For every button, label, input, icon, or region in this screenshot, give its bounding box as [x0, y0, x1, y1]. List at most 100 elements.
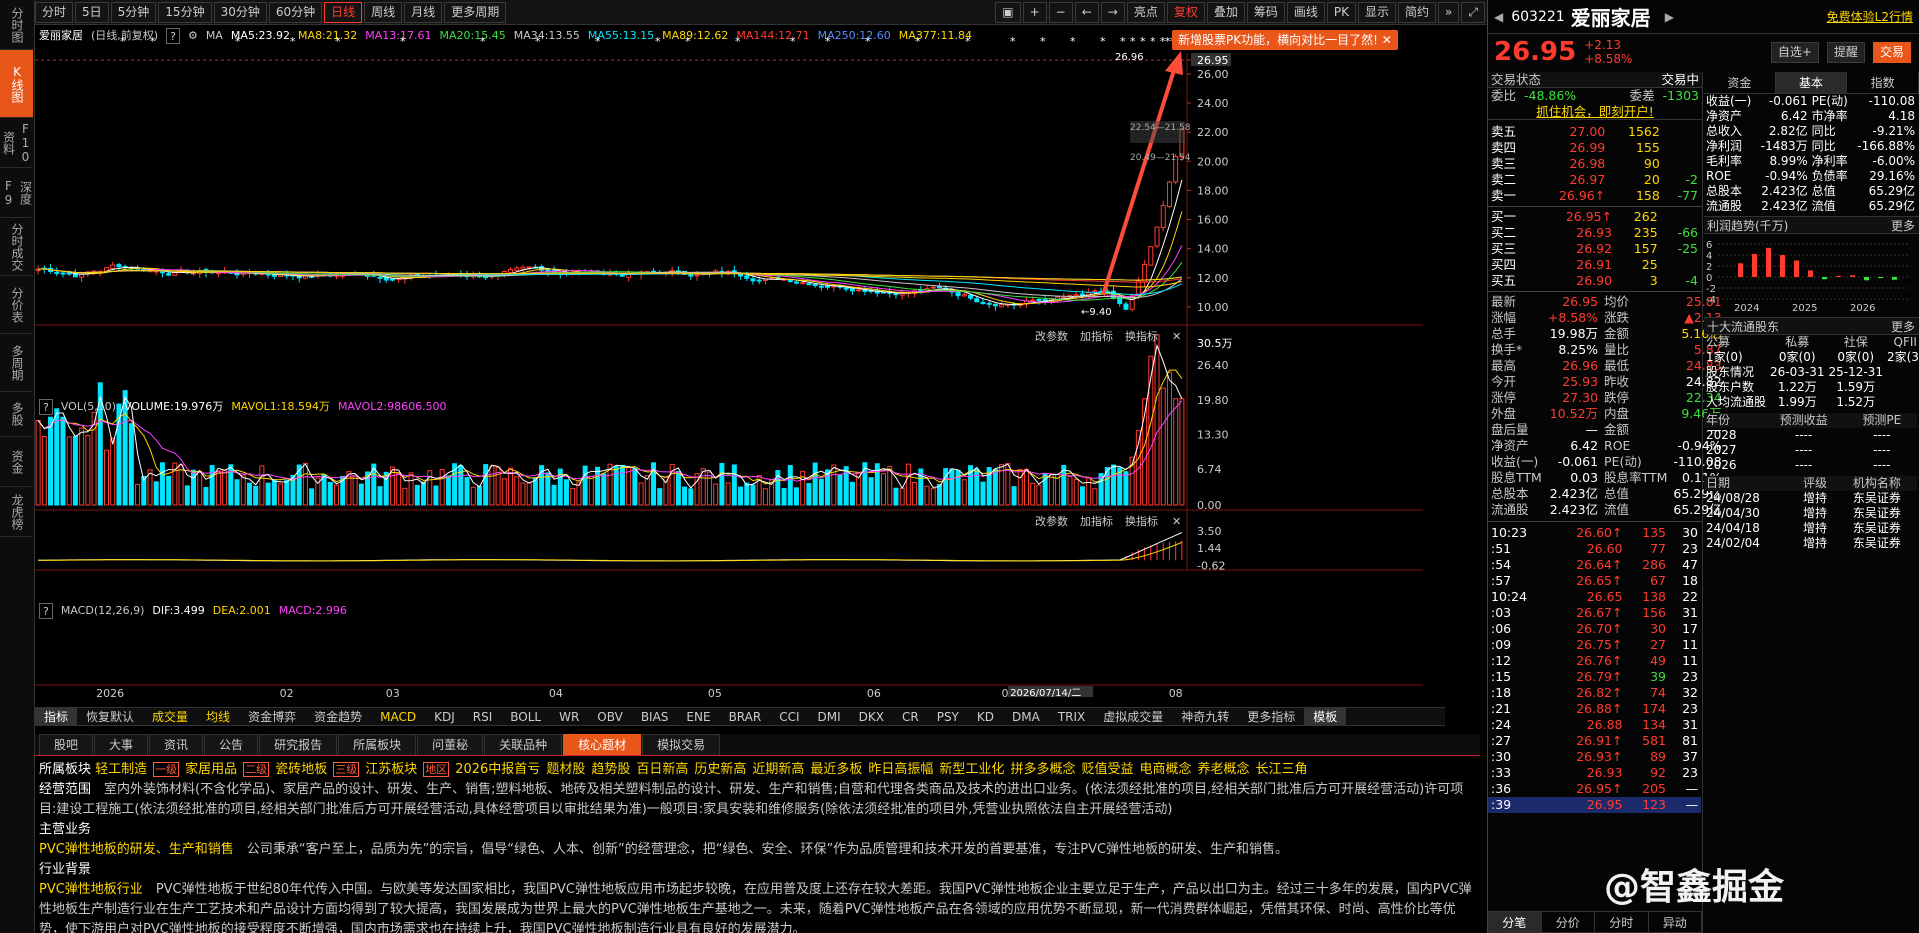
sidebar-item-0[interactable]: 分时图 [0, 0, 33, 50]
tick-tab-1[interactable]: 分价 [1542, 912, 1595, 932]
tick-row[interactable]: :39 26.95 123 — [1488, 797, 1701, 813]
tool-button-0[interactable]: 亮点 [1126, 1, 1165, 23]
prev-stock-icon[interactable]: ◀ [1494, 10, 1503, 24]
tool-button-3[interactable]: 筹码 [1246, 1, 1285, 23]
period-tab-7[interactable]: 周线 [364, 1, 403, 23]
tool-button-2[interactable]: 叠加 [1206, 1, 1245, 23]
buys-row[interactable]: 买二 26.93 235 -66 [1488, 225, 1701, 241]
zoom-in-icon[interactable]: + [1022, 1, 1047, 23]
profit-more-link[interactable]: 更多 [1891, 217, 1915, 233]
info-tab-4[interactable]: 研究报告 [259, 734, 338, 755]
indicator-tab-22[interactable]: TRIX [1049, 710, 1094, 724]
zoom-out-icon[interactable]: − [1048, 1, 1073, 23]
indicator-tab-0[interactable]: 指标 [35, 708, 78, 725]
fund-tab-1[interactable]: 基本 [1775, 72, 1848, 93]
info-tab-9[interactable]: 模拟交易 [642, 734, 721, 755]
sells-row[interactable]: 卖五 27.00 1562 [1488, 124, 1701, 140]
tool-button-4[interactable]: 画线 [1286, 1, 1325, 23]
period-tab-3[interactable]: 15分钟 [158, 1, 212, 23]
sector-tag-11[interactable]: 百日新高 [636, 762, 688, 777]
tick-row[interactable]: 10:24 26.65 138 22 [1488, 589, 1701, 605]
indicator-tab-24[interactable]: 神奇九转 [1172, 708, 1238, 725]
open-account-link[interactable]: 抓住机会，即刻开户! [1488, 104, 1702, 120]
sector-tag-10[interactable]: 趋势股 [591, 762, 630, 777]
tick-row[interactable]: :06 26.70↑ 30 17 [1488, 621, 1701, 637]
alert-button[interactable]: 提醒 [1826, 41, 1865, 63]
indicator-tab-9[interactable]: BOLL [501, 710, 550, 724]
indicator-tab-8[interactable]: RSI [464, 710, 502, 724]
period-tab-4[interactable]: 30分钟 [213, 1, 267, 23]
sells-row[interactable]: 卖三 26.98 90 [1488, 156, 1701, 172]
indicator-tab-21[interactable]: DMA [1003, 710, 1049, 724]
tick-row[interactable]: :03 26.67↑ 156 31 [1488, 605, 1701, 621]
sidebar-item-4[interactable]: 分时成交 [0, 218, 33, 276]
indicator-tab-16[interactable]: DMI [809, 710, 850, 724]
indicator-tab-4[interactable]: 资金博弈 [239, 708, 305, 725]
more-tools-icon[interactable]: » [1438, 1, 1460, 23]
help-icon[interactable]: ? [39, 603, 53, 619]
tick-row[interactable]: :21 26.88↑ 174 23 [1488, 701, 1701, 717]
tick-row[interactable]: :12 26.76↑ 49 11 [1488, 653, 1701, 669]
indicator-tab-13[interactable]: ENE [677, 710, 719, 724]
scroll-left-icon[interactable]: ← [1074, 1, 1099, 23]
sector-tag-12[interactable]: 历史新高 [694, 762, 746, 777]
sector-tag-14[interactable]: 最近多板 [810, 762, 862, 777]
sidebar-item-2[interactable]: F10资料 [0, 118, 33, 168]
trade-button[interactable]: 交易 [1872, 41, 1911, 63]
tick-tab-0[interactable]: 分笔 [1488, 912, 1542, 932]
indicator-tab-6[interactable]: MACD [371, 710, 425, 724]
tick-row[interactable]: :09 26.75↑ 27 11 [1488, 637, 1701, 653]
indicator-tab-1[interactable]: 恢复默认 [77, 708, 143, 725]
sector-tag-20[interactable]: 养老概念 [1197, 762, 1249, 777]
tick-row[interactable]: :36 26.95↑ 205 — [1488, 781, 1701, 797]
indicator-tab-12[interactable]: BIAS [632, 710, 678, 724]
indicator-tab-17[interactable]: DKX [850, 710, 893, 724]
info-tab-8[interactable]: 核心题材 [563, 734, 642, 755]
tick-row[interactable]: :15 26.79↑ 39 23 [1488, 669, 1701, 685]
indicator-tab-18[interactable]: CR [893, 710, 928, 724]
sector-tag-21[interactable]: 长江三角 [1256, 762, 1308, 777]
indicator-tab-19[interactable]: PSY [928, 710, 968, 724]
tick-row[interactable]: :30 26.93↑ 89 37 [1488, 749, 1701, 765]
sector-tag-6[interactable]: 江苏板块 [365, 762, 417, 777]
info-tab-6[interactable]: 问董秘 [417, 734, 484, 755]
tick-tab-3[interactable]: 异动 [1649, 912, 1702, 932]
indicator-tab-10[interactable]: WR [550, 710, 588, 724]
sector-tag-18[interactable]: 贬值受益 [1081, 762, 1133, 777]
indicator-tab-3[interactable]: 均线 [197, 708, 239, 725]
tick-row[interactable]: :57 26.65↑ 67 18 [1488, 573, 1701, 589]
buys-row[interactable]: 买五 26.90 3 -4 [1488, 273, 1701, 289]
sidebar-item-1[interactable]: K线图 [0, 50, 33, 118]
tick-list[interactable]: 10:23 26.60↑ 135 30:51 26.60 77 23:54 26.64↑ 286… [1488, 525, 1701, 813]
buys-row[interactable]: 买一 26.95↑ 262 [1488, 209, 1701, 225]
help-icon[interactable]: ? [39, 399, 53, 415]
info-tab-1[interactable]: 大事 [94, 734, 149, 755]
tool-button-6[interactable]: 显示 [1358, 1, 1397, 23]
tool-button-5[interactable]: PK [1326, 1, 1357, 23]
period-tab-8[interactable]: 月线 [404, 1, 443, 23]
sells-row[interactable]: 卖四 26.99 155 [1488, 140, 1701, 156]
sidebar-item-9[interactable]: 龙虎榜 [0, 487, 33, 537]
sector-tag-16[interactable]: 新型工业化 [939, 762, 1004, 777]
sector-tag-9[interactable]: 题材股 [546, 762, 585, 777]
fund-tab-0[interactable]: 资金 [1704, 72, 1776, 93]
sector-tag-13[interactable]: 近期新高 [752, 762, 804, 777]
indicator-tab-15[interactable]: CCI [770, 710, 808, 724]
indicator-tab-11[interactable]: OBV [588, 710, 632, 724]
screenshot-icon[interactable]: ▣ [995, 1, 1021, 23]
tool-button-1[interactable]: 复权 [1166, 1, 1205, 23]
pk-tip-banner[interactable]: 新增股票PK功能，横向对比一目了然! ✕ [1172, 30, 1398, 50]
sidebar-item-3[interactable]: 深度F9 [0, 168, 33, 218]
info-tab-7[interactable]: 关联品种 [484, 734, 563, 755]
sidebar-item-7[interactable]: 多股 [0, 392, 33, 437]
tick-row[interactable]: :54 26.64↑ 286 47 [1488, 557, 1701, 573]
sidebar-item-5[interactable]: 分价表 [0, 276, 33, 334]
sells-row[interactable]: 卖一 26.96↑ 158 -77 [1488, 188, 1701, 204]
tick-row[interactable]: :24 26.88 134 31 [1488, 717, 1701, 733]
period-tab-1[interactable]: 5日 [75, 1, 109, 23]
info-tab-2[interactable]: 资讯 [149, 734, 204, 755]
indicator-tab-5[interactable]: 资金趋势 [305, 708, 371, 725]
tool-button-7[interactable]: 简约 [1398, 1, 1437, 23]
sector-tag-17[interactable]: 拼多多概念 [1010, 762, 1075, 777]
info-tab-3[interactable]: 公告 [204, 734, 259, 755]
